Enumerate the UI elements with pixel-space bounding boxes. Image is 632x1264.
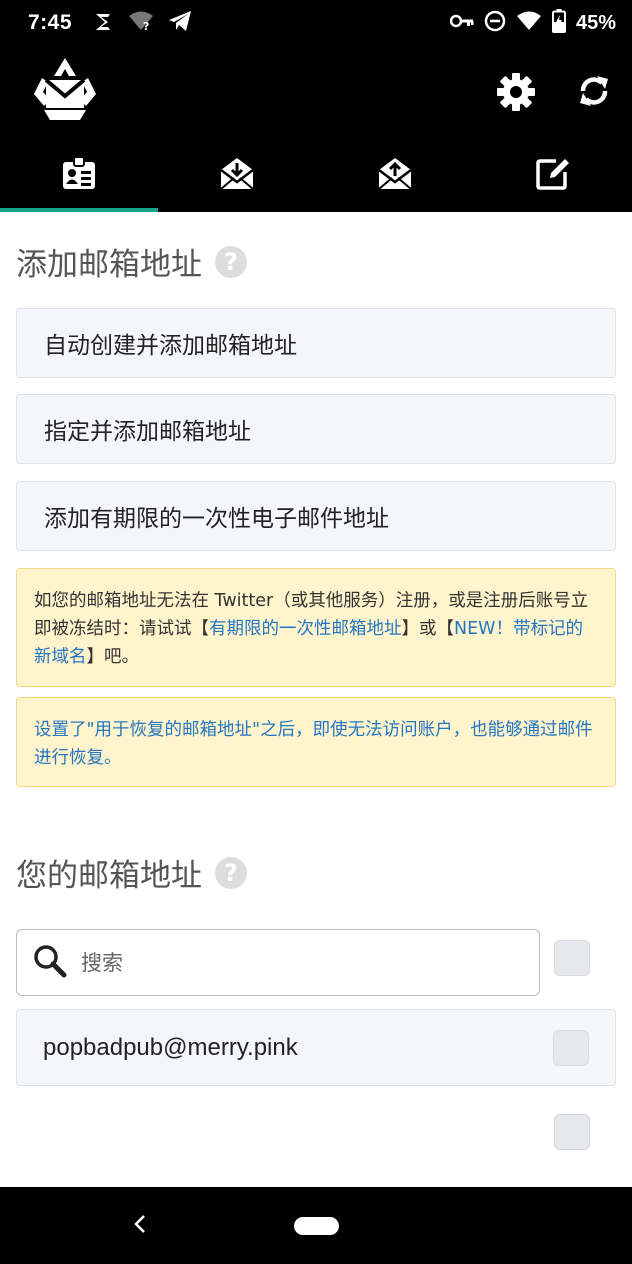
- svg-text:?: ?: [224, 248, 238, 276]
- tab-bar: [0, 138, 632, 212]
- address-checkbox[interactable]: [553, 1030, 589, 1066]
- add-address-title: 添加邮箱地址 ?: [16, 239, 248, 284]
- svg-text:?: ?: [143, 20, 149, 32]
- tab-compose[interactable]: [474, 138, 632, 212]
- temporary-address-link[interactable]: 有期限的一次性邮箱地址: [209, 619, 402, 639]
- back-icon[interactable]: [130, 1213, 150, 1239]
- extra-checkbox[interactable]: [554, 1114, 590, 1150]
- recovery-address-link[interactable]: 设置了"用于恢复的邮箱地址"之后，即使无法访问账户，也能够通过邮件进行恢复。: [34, 720, 593, 768]
- select-all-checkbox[interactable]: [554, 940, 590, 976]
- help-icon[interactable]: ?: [214, 856, 248, 890]
- auto-create-address-button[interactable]: 自动创建并添加邮箱地址: [16, 308, 616, 378]
- add-temporary-address-button[interactable]: 添加有期限的一次性电子邮件地址: [16, 481, 616, 551]
- do-not-disturb-icon: [484, 10, 506, 36]
- search-input[interactable]: [81, 950, 481, 975]
- status-time: 7:45: [28, 11, 73, 34]
- svg-text:?: ?: [224, 859, 238, 887]
- tab-addresses[interactable]: [0, 138, 158, 212]
- signal-icon: [92, 10, 114, 36]
- navigation-bar: [0, 1187, 632, 1264]
- home-button[interactable]: [294, 1217, 339, 1235]
- twitter-notice: 如您的邮箱地址无法在 Twitter（或其他服务）注册，或是注册后账号立即被冻结…: [16, 568, 616, 687]
- specify-address-button[interactable]: 指定并添加邮箱地址: [16, 394, 616, 464]
- app-logo-icon[interactable]: [30, 56, 100, 122]
- compose-icon: [536, 156, 570, 194]
- address-text: popbadpub@merry.pink: [43, 1033, 298, 1061]
- search-icon: [33, 944, 67, 982]
- telegram-icon: [168, 10, 192, 36]
- main-content: 添加邮箱地址 ? 自动创建并添加邮箱地址 指定并添加邮箱地址 添加有期限的一次性…: [0, 212, 632, 1187]
- search-box: [16, 929, 540, 996]
- tab-outbox[interactable]: [316, 138, 474, 212]
- battery-charging-icon: [551, 9, 566, 37]
- wifi-icon: [516, 10, 542, 36]
- recovery-notice: 设置了"用于恢复的邮箱地址"之后，即使无法访问账户，也能够通过邮件进行恢复。: [16, 697, 616, 787]
- gear-icon[interactable]: [496, 72, 536, 112]
- status-bar: 7:45 ? 45%: [0, 0, 632, 46]
- app-bar: [0, 46, 632, 138]
- address-list-item[interactable]: popbadpub@merry.pink: [16, 1009, 616, 1086]
- vpn-key-icon: [449, 13, 474, 33]
- wifi-unknown-icon: ?: [128, 10, 154, 36]
- help-icon[interactable]: ?: [214, 245, 248, 279]
- inbox-open-envelope-icon: [220, 156, 254, 194]
- refresh-icon[interactable]: [575, 72, 613, 110]
- your-addresses-title: 您的邮箱地址 ?: [16, 850, 248, 895]
- tab-inbox[interactable]: [158, 138, 316, 212]
- address-card-icon: [62, 156, 96, 194]
- outbox-envelope-icon: [378, 156, 412, 194]
- battery-percent: 45%: [575, 11, 616, 34]
